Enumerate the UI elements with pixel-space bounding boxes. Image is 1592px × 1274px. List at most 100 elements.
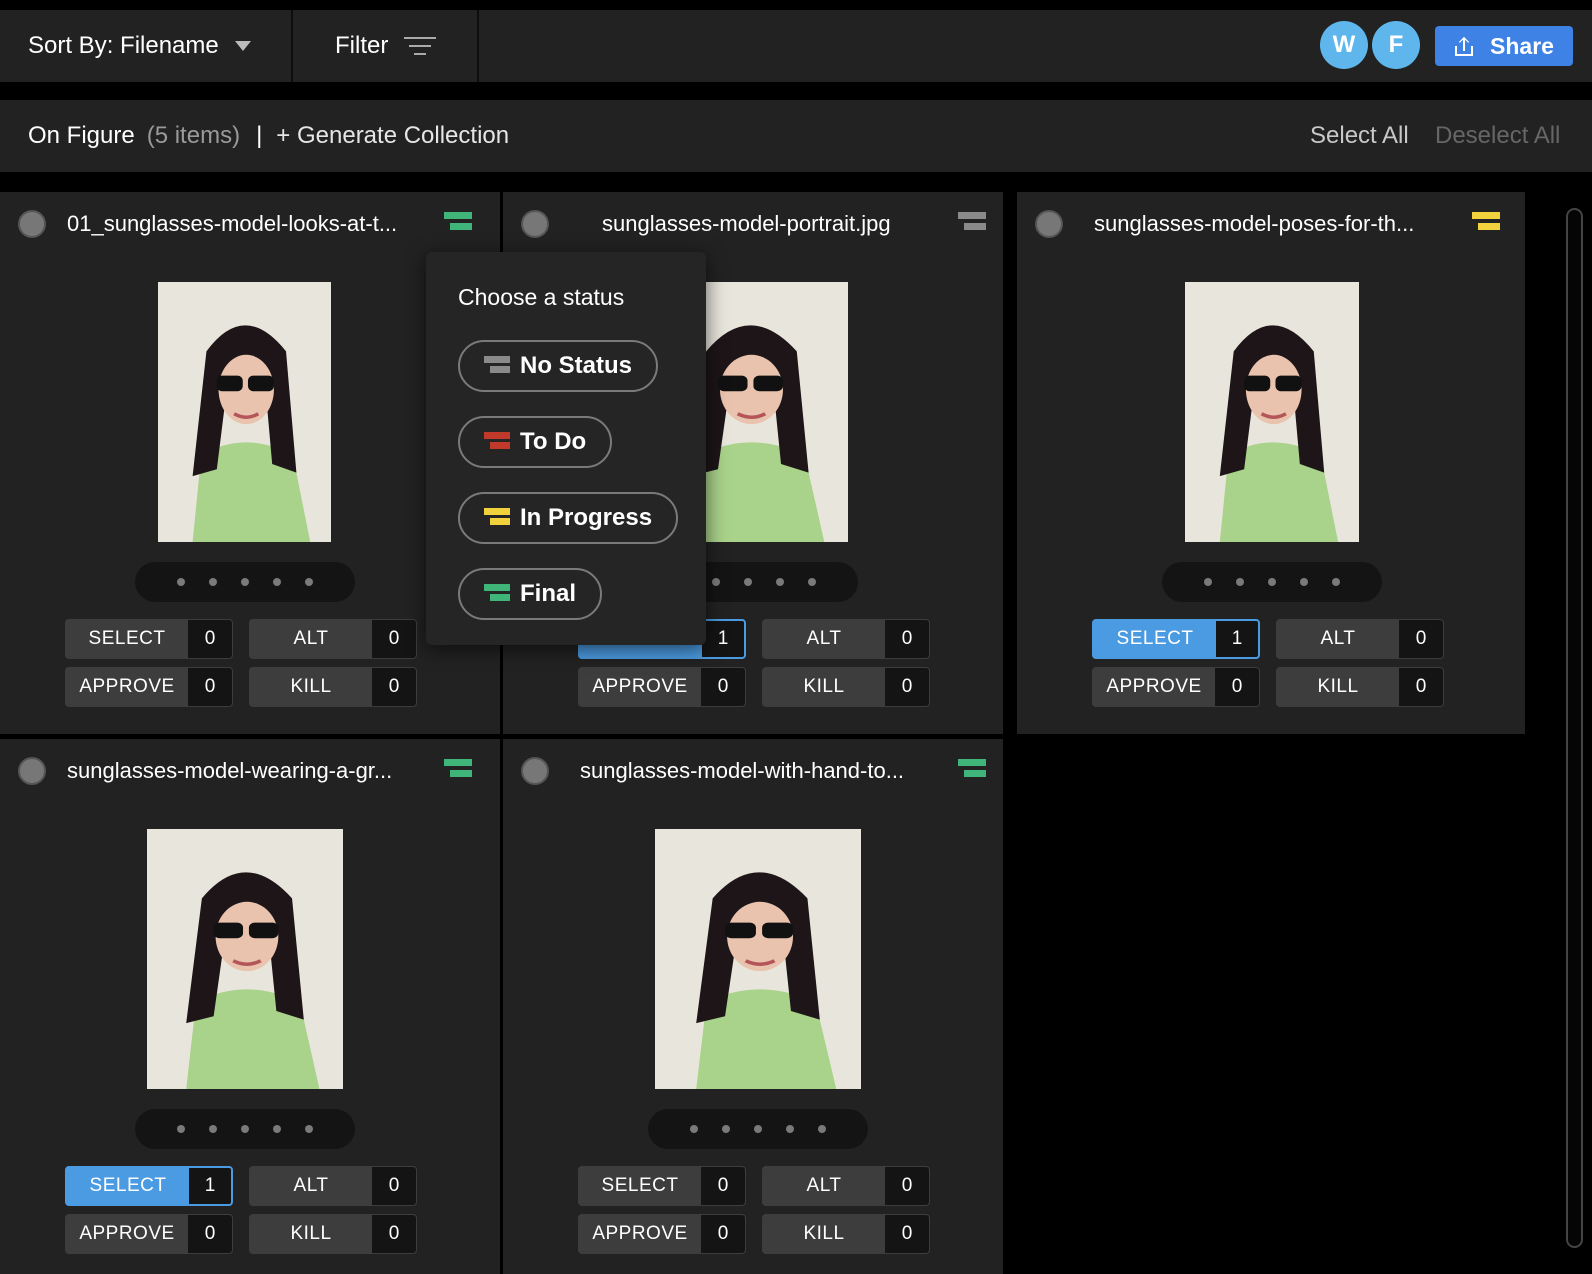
- select-counter[interactable]: SELECT 0: [578, 1166, 746, 1206]
- portrait-image: [147, 829, 343, 1089]
- rating-dot[interactable]: [1236, 578, 1244, 586]
- card-thumbnail[interactable]: [147, 829, 343, 1089]
- alt-counter[interactable]: ALT 0: [249, 1166, 417, 1206]
- sort-dropdown[interactable]: Sort By: Filename: [0, 10, 293, 82]
- alt-label: ALT: [806, 628, 842, 649]
- status-final-icon[interactable]: [958, 759, 986, 781]
- rating-dot[interactable]: [305, 1125, 313, 1133]
- rating-dot[interactable]: [241, 578, 249, 586]
- approve-counter[interactable]: APPROVE 0: [65, 1214, 233, 1254]
- vertical-scrollbar[interactable]: [1566, 208, 1583, 1248]
- collection-title: On Figure: [28, 122, 135, 149]
- avatar-f[interactable]: F: [1372, 21, 1420, 69]
- select-counter[interactable]: SELECT 1: [65, 1166, 233, 1206]
- popup-title: Choose a status: [458, 284, 625, 310]
- status-option-label: No Status: [520, 352, 633, 379]
- kill-count: 0: [885, 1215, 929, 1253]
- approve-count: 0: [701, 1215, 745, 1253]
- rating-dot[interactable]: [1204, 578, 1212, 586]
- deselect-all-button[interactable]: Deselect All: [1435, 122, 1560, 150]
- rating-dot[interactable]: [209, 578, 217, 586]
- kill-counter[interactable]: KILL 0: [762, 1214, 930, 1254]
- asset-card[interactable]: sunglasses-model-wearing-a-gr... SELECT …: [0, 739, 500, 1274]
- rating-dot[interactable]: [754, 1125, 762, 1133]
- sort-label: Sort By: Filename: [28, 32, 219, 59]
- rating-dot[interactable]: [273, 1125, 281, 1133]
- avatar-w[interactable]: W: [1320, 21, 1368, 69]
- rating-dots[interactable]: [135, 562, 355, 602]
- approve-counter[interactable]: APPROVE 0: [1092, 667, 1260, 707]
- rating-dot[interactable]: [776, 578, 784, 586]
- rating-dot[interactable]: [241, 1125, 249, 1133]
- kill-label: KILL: [1317, 676, 1359, 697]
- status-none-icon[interactable]: [958, 212, 986, 234]
- kill-counter[interactable]: KILL 0: [249, 667, 417, 707]
- rating-dots[interactable]: [1162, 562, 1382, 602]
- card-select-radio[interactable]: [18, 757, 46, 785]
- rating-dot[interactable]: [177, 1125, 185, 1133]
- select-all-button[interactable]: Select All: [1310, 122, 1409, 150]
- approve-counter[interactable]: APPROVE 0: [578, 667, 746, 707]
- card-select-radio[interactable]: [1035, 210, 1063, 238]
- kill-counter[interactable]: KILL 0: [762, 667, 930, 707]
- alt-label: ALT: [293, 628, 329, 649]
- asset-card[interactable]: 01_sunglasses-model-looks-at-t... SELECT…: [0, 192, 500, 734]
- rating-dot[interactable]: [712, 578, 720, 586]
- alt-label: ALT: [1320, 628, 1356, 649]
- card-select-radio[interactable]: [521, 757, 549, 785]
- rating-dot[interactable]: [209, 1125, 217, 1133]
- rating-dot[interactable]: [305, 578, 313, 586]
- status-option-in-progress[interactable]: In Progress: [458, 492, 679, 544]
- card-filename: 01_sunglasses-model-looks-at-t...: [67, 211, 398, 236]
- rating-dot[interactable]: [1268, 578, 1276, 586]
- card-thumbnail[interactable]: [655, 829, 861, 1089]
- rating-dot[interactable]: [744, 578, 752, 586]
- alt-counter[interactable]: ALT 0: [762, 619, 930, 659]
- alt-counter[interactable]: ALT 0: [762, 1166, 930, 1206]
- rating-dot[interactable]: [722, 1125, 730, 1133]
- card-filename: sunglasses-model-with-hand-to...: [580, 758, 905, 783]
- filter-button[interactable]: Filter: [295, 10, 479, 82]
- select-count: 1: [1216, 621, 1258, 657]
- rating-dots[interactable]: [135, 1109, 355, 1149]
- alt-counter[interactable]: ALT 0: [249, 619, 417, 659]
- rating-dot[interactable]: [786, 1125, 794, 1133]
- kill-counter[interactable]: KILL 0: [249, 1214, 417, 1254]
- rating-dot[interactable]: [1300, 578, 1308, 586]
- status-option-no-status[interactable]: No Status: [458, 340, 659, 392]
- rating-dot[interactable]: [818, 1125, 826, 1133]
- approve-counter[interactable]: APPROVE 0: [578, 1214, 746, 1254]
- rating-dots[interactable]: [648, 1109, 868, 1149]
- status-final-icon[interactable]: [444, 759, 472, 781]
- card-select-radio[interactable]: [18, 210, 46, 238]
- approve-label: APPROVE: [592, 1223, 688, 1244]
- rating-dot[interactable]: [808, 578, 816, 586]
- kill-counter[interactable]: KILL 0: [1276, 667, 1444, 707]
- share-button[interactable]: Share: [1435, 26, 1573, 66]
- card-filename: sunglasses-model-wearing-a-gr...: [67, 758, 393, 783]
- select-counter[interactable]: SELECT 0: [65, 619, 233, 659]
- status-final-icon[interactable]: [444, 212, 472, 234]
- rating-dot[interactable]: [690, 1125, 698, 1133]
- status-option-todo[interactable]: To Do: [458, 416, 613, 468]
- kill-count: 0: [372, 1215, 416, 1253]
- status-option-label: To Do: [520, 428, 587, 455]
- asset-card[interactable]: sunglasses-model-with-hand-to... SELECT …: [503, 739, 1003, 1274]
- asset-card[interactable]: sunglasses-model-poses-for-th... SELECT …: [1017, 192, 1525, 734]
- card-thumbnail[interactable]: [1185, 282, 1359, 542]
- alt-counter[interactable]: ALT 0: [1276, 619, 1444, 659]
- status-option-final[interactable]: Final: [458, 568, 603, 620]
- alt-label: ALT: [806, 1175, 842, 1196]
- card-thumbnail[interactable]: [158, 282, 331, 542]
- approve-count: 0: [188, 668, 232, 706]
- status-in-progress-icon[interactable]: [1472, 212, 1500, 234]
- rating-dot[interactable]: [273, 578, 281, 586]
- approve-label: APPROVE: [592, 676, 688, 697]
- approve-counter[interactable]: APPROVE 0: [65, 667, 233, 707]
- rating-dot[interactable]: [1332, 578, 1340, 586]
- generate-collection-button[interactable]: + Generate Collection: [276, 122, 509, 150]
- select-counter[interactable]: SELECT 1: [1092, 619, 1260, 659]
- rating-dot[interactable]: [177, 578, 185, 586]
- select-label: SELECT: [88, 628, 166, 649]
- card-select-radio[interactable]: [521, 210, 549, 238]
